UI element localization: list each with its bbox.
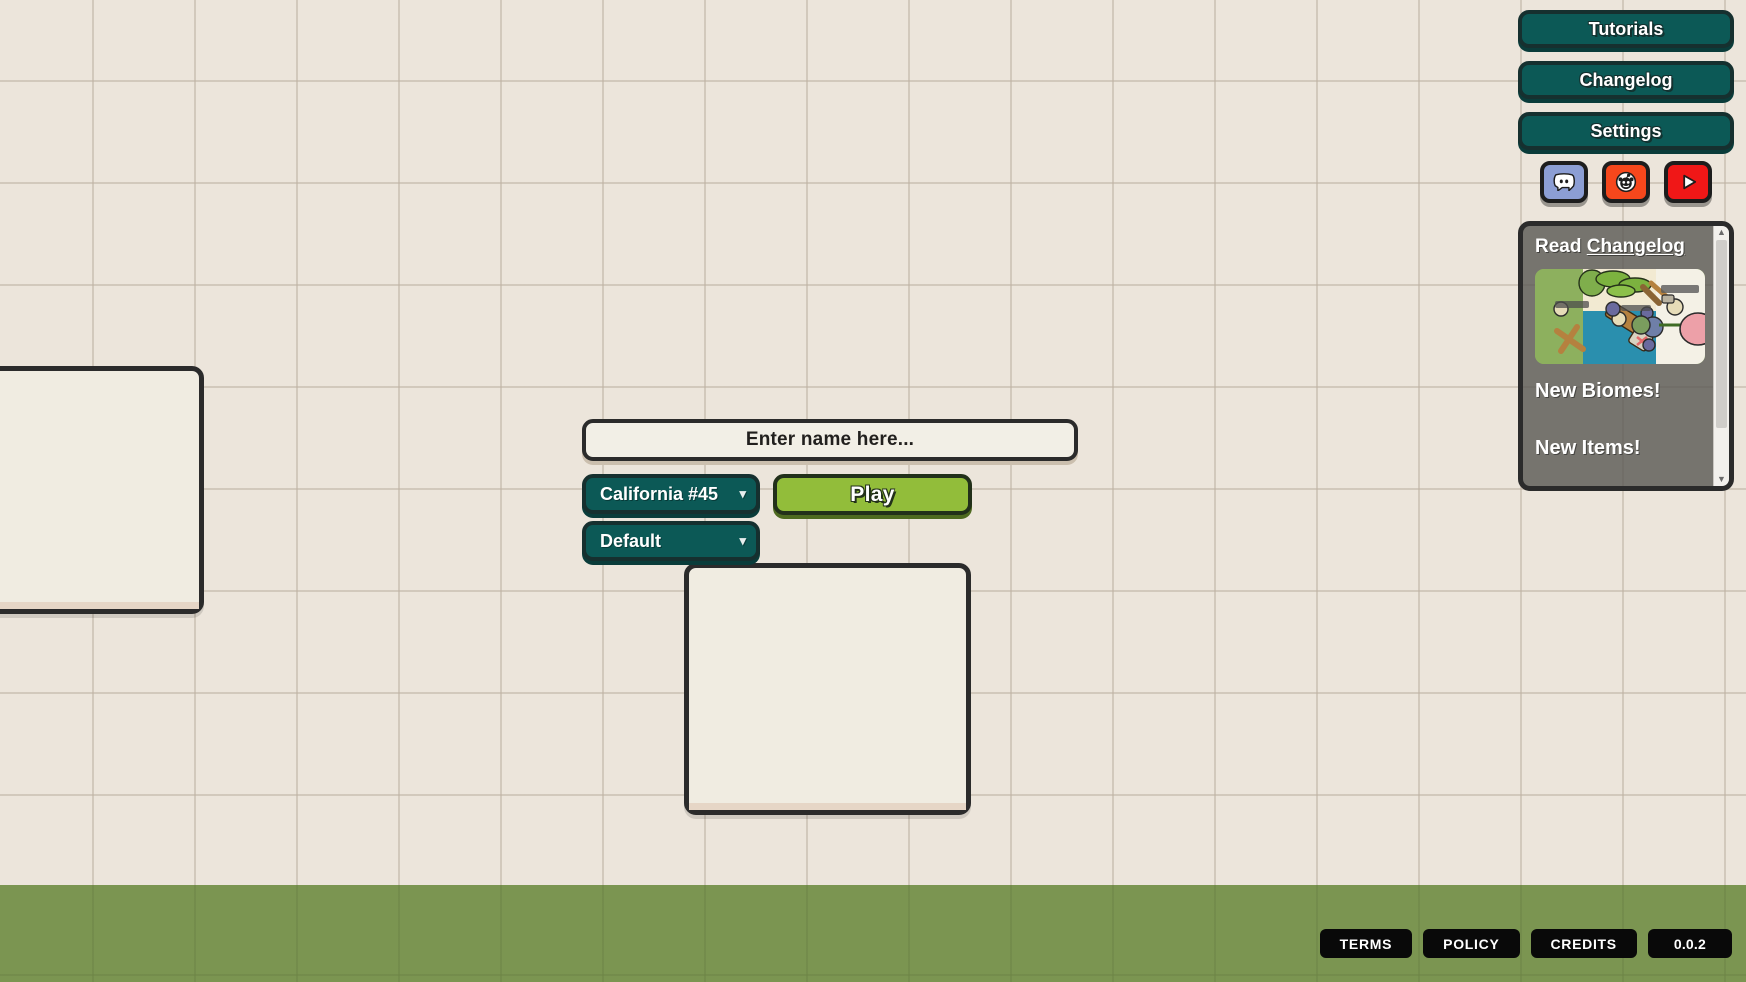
- play-form: California #45 ▾ Default ▾ Play: [582, 419, 1078, 561]
- gamemode-select[interactable]: Default ▾: [582, 521, 760, 561]
- changelog-thumbnail[interactable]: [1535, 269, 1705, 364]
- chevron-down-icon: ▾: [739, 533, 746, 548]
- server-select-label: California #45: [600, 483, 719, 504]
- tutorials-button-label: Tutorials: [1588, 18, 1664, 39]
- changelog-button-label: Changelog: [1579, 69, 1673, 90]
- version-badge[interactable]: 0.0.2: [1647, 929, 1732, 958]
- policy-button-label: POLICY: [1443, 935, 1500, 952]
- reddit-icon: [1615, 171, 1637, 193]
- play-button[interactable]: Play: [773, 474, 972, 515]
- youtube-icon: [1683, 174, 1697, 190]
- changelog-panel: Read Changelog New Biomes! New Items! ▲ …: [1518, 221, 1734, 491]
- footer-bar: TERMS POLICY CREDITS 0.0.2: [1319, 929, 1732, 958]
- side-nav: Tutorials Changelog Settings: [1518, 10, 1734, 203]
- changelog-title-link[interactable]: Changelog: [1587, 236, 1685, 257]
- scroll-down-arrow-icon[interactable]: ▼: [1717, 475, 1726, 484]
- youtube-link[interactable]: [1664, 161, 1712, 203]
- gamemode-select-label: Default: [600, 530, 662, 551]
- credits-button[interactable]: CREDITS: [1530, 929, 1637, 958]
- reddit-link[interactable]: [1602, 161, 1650, 203]
- tutorials-button[interactable]: Tutorials: [1518, 10, 1734, 48]
- server-select[interactable]: California #45 ▾: [582, 474, 760, 514]
- terms-button[interactable]: TERMS: [1319, 929, 1413, 958]
- changelog-panel-title: Read Changelog: [1535, 236, 1713, 258]
- credits-button-label: CREDITS: [1550, 935, 1617, 952]
- chevron-down-icon: ▾: [739, 486, 746, 501]
- policy-button[interactable]: POLICY: [1423, 929, 1520, 958]
- changelog-entry-heading: New Biomes!: [1535, 380, 1661, 402]
- changelog-title-prefix: Read: [1535, 236, 1587, 257]
- game-screenshot-image: [1535, 269, 1705, 364]
- discord-icon: [1553, 173, 1575, 191]
- ad-panel-left: [0, 366, 204, 614]
- terms-button-label: TERMS: [1339, 935, 1393, 952]
- settings-button[interactable]: Settings: [1518, 112, 1734, 150]
- play-button-label: Play: [850, 482, 895, 506]
- ad-panel-center: [684, 563, 971, 815]
- version-label: 0.0.2: [1673, 935, 1706, 952]
- scroll-up-arrow-icon[interactable]: ▲: [1717, 228, 1726, 237]
- discord-link[interactable]: [1540, 161, 1588, 203]
- social-links-row: [1518, 161, 1734, 203]
- changelog-entry-heading: New Items!: [1535, 437, 1641, 459]
- changelog-button[interactable]: Changelog: [1518, 61, 1734, 99]
- player-name-input[interactable]: [582, 419, 1078, 461]
- changelog-scrollbar[interactable]: ▲ ▼: [1713, 226, 1729, 486]
- changelog-content: Read Changelog New Biomes! New Items!: [1523, 226, 1713, 486]
- scrollbar-thumb[interactable]: [1716, 240, 1727, 428]
- settings-button-label: Settings: [1590, 120, 1662, 141]
